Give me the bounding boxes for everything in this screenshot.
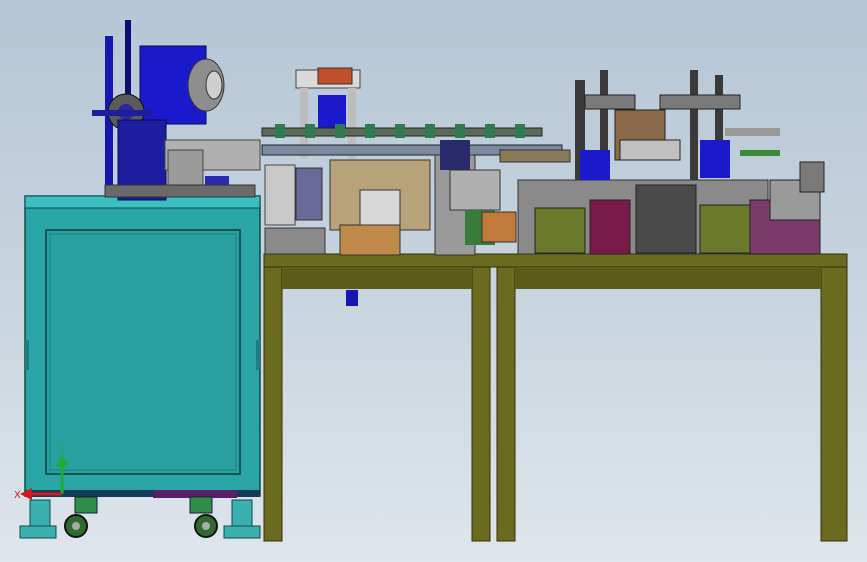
assembly-model[interactable]: Y X <box>0 0 867 562</box>
cabinet-feet <box>19 496 261 539</box>
x-axis-label: X <box>14 490 21 501</box>
cad-viewport[interactable]: Y X <box>0 0 867 562</box>
gripper-row <box>275 124 525 138</box>
workbench-table <box>263 253 848 542</box>
spool-unit <box>92 20 261 201</box>
y-axis-label: Y <box>59 444 67 455</box>
